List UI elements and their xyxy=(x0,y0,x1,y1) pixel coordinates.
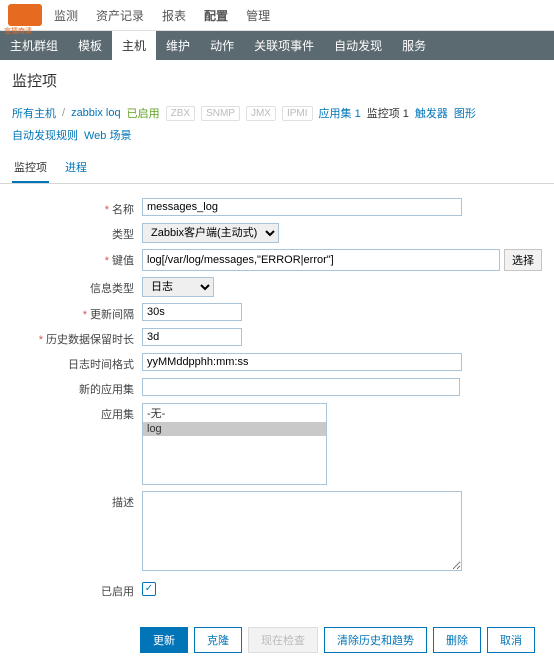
topnav-configuration[interactable]: 配置 xyxy=(204,7,228,24)
input-key[interactable] xyxy=(142,249,500,271)
breadcrumb-host[interactable]: zabbix loq xyxy=(71,107,121,119)
label-history: 历史数据保留时长 xyxy=(12,328,142,347)
label-logtime: 日志时间格式 xyxy=(12,353,142,372)
breadcrumb-link-web[interactable]: Web 场景 xyxy=(84,127,131,143)
textarea-desc[interactable] xyxy=(142,491,462,571)
breadcrumb-link-discovery[interactable]: 自动发现规则 xyxy=(12,127,78,143)
breadcrumb-snmp: SNMP xyxy=(201,106,240,121)
listbox-item-log[interactable]: log xyxy=(143,422,326,436)
label-newappset: 新的应用集 xyxy=(12,378,142,397)
label-desc: 描述 xyxy=(12,491,142,510)
sub-nav: 主机群组 模板 主机 维护 动作 关联项事件 自动发现 服务 xyxy=(0,31,554,60)
subnav-maintenance[interactable]: 维护 xyxy=(156,31,200,60)
cancel-button[interactable]: 取消 xyxy=(487,627,535,653)
subnav-services[interactable]: 服务 xyxy=(392,31,436,60)
subnav-actions[interactable]: 动作 xyxy=(200,31,244,60)
tab-process[interactable]: 进程 xyxy=(63,155,89,183)
label-interval: 更新间隔 xyxy=(12,303,142,322)
label-enabled: 已启用 xyxy=(12,580,142,599)
select-type[interactable]: Zabbix客户端(主动式) xyxy=(142,223,279,243)
breadcrumb-jmx: JMX xyxy=(246,106,276,121)
breadcrumb-sep: / xyxy=(62,107,65,119)
input-newappset[interactable] xyxy=(142,378,460,396)
breadcrumb-all-hosts[interactable]: 所有主机 xyxy=(12,105,56,121)
input-history[interactable] xyxy=(142,328,242,346)
tab-item[interactable]: 监控项 xyxy=(12,155,49,183)
subnav-correlation[interactable]: 关联项事件 xyxy=(244,31,324,60)
breadcrumb: 所有主机 / zabbix loq 已启用 ZBX SNMP JMX IPMI … xyxy=(0,101,554,147)
breadcrumb-link-graphs[interactable]: 图形 xyxy=(454,105,476,121)
subnav-discovery[interactable]: 自动发现 xyxy=(324,31,392,60)
top-nav: 监测 资产记录 报表 配置 管理 xyxy=(0,0,554,31)
input-logtime[interactable] xyxy=(142,353,462,371)
label-infotype: 信息类型 xyxy=(12,277,142,296)
label-name: 名称 xyxy=(12,198,142,217)
tabs: 监控项 进程 xyxy=(0,147,554,184)
listbox-appset[interactable]: -无- log xyxy=(142,403,327,485)
item-form: 名称 类型 Zabbix客户端(主动式) 键值 选择 信息类型 日志 更新间隔 … xyxy=(0,184,554,619)
topnav-administration[interactable]: 管理 xyxy=(246,7,270,24)
subnav-templates[interactable]: 模板 xyxy=(68,31,112,60)
topnav-reports[interactable]: 报表 xyxy=(162,7,186,24)
label-key: 键值 xyxy=(12,249,142,268)
select-key-button[interactable]: 选择 xyxy=(504,249,542,271)
input-interval[interactable] xyxy=(142,303,242,321)
update-button[interactable]: 更新 xyxy=(140,627,188,653)
checknow-button: 现在检查 xyxy=(248,627,318,653)
breadcrumb-ipmi: IPMI xyxy=(282,106,313,121)
breadcrumb-enabled: 已启用 xyxy=(127,105,160,121)
breadcrumb-link-triggers[interactable]: 触发器 xyxy=(415,105,448,121)
top-menu: 监测 资产记录 报表 配置 管理 xyxy=(54,7,270,24)
breadcrumb-link-appset[interactable]: 应用集 1 xyxy=(319,105,361,121)
logo xyxy=(8,4,42,26)
label-type: 类型 xyxy=(12,223,142,242)
topnav-monitoring[interactable]: 监测 xyxy=(54,7,78,24)
clone-button[interactable]: 克隆 xyxy=(194,627,242,653)
breadcrumb-zbx: ZBX xyxy=(166,106,195,121)
delete-button[interactable]: 删除 xyxy=(433,627,481,653)
page-title: 监控项 xyxy=(0,60,554,101)
select-infotype[interactable]: 日志 xyxy=(142,277,214,297)
button-row: 更新 克隆 现在检查 清除历史和趋势 删除 取消 xyxy=(0,619,554,669)
checkbox-enabled[interactable]: ✓ xyxy=(142,582,156,596)
breadcrumb-link-items[interactable]: 监控项 1 xyxy=(367,105,409,121)
subnav-hosts[interactable]: 主机 xyxy=(112,31,156,60)
listbox-item-none[interactable]: -无- xyxy=(143,404,326,422)
input-name[interactable] xyxy=(142,198,462,216)
clear-button[interactable]: 清除历史和趋势 xyxy=(324,627,427,653)
label-appset: 应用集 xyxy=(12,403,142,422)
topnav-inventory[interactable]: 资产记录 xyxy=(96,7,144,24)
